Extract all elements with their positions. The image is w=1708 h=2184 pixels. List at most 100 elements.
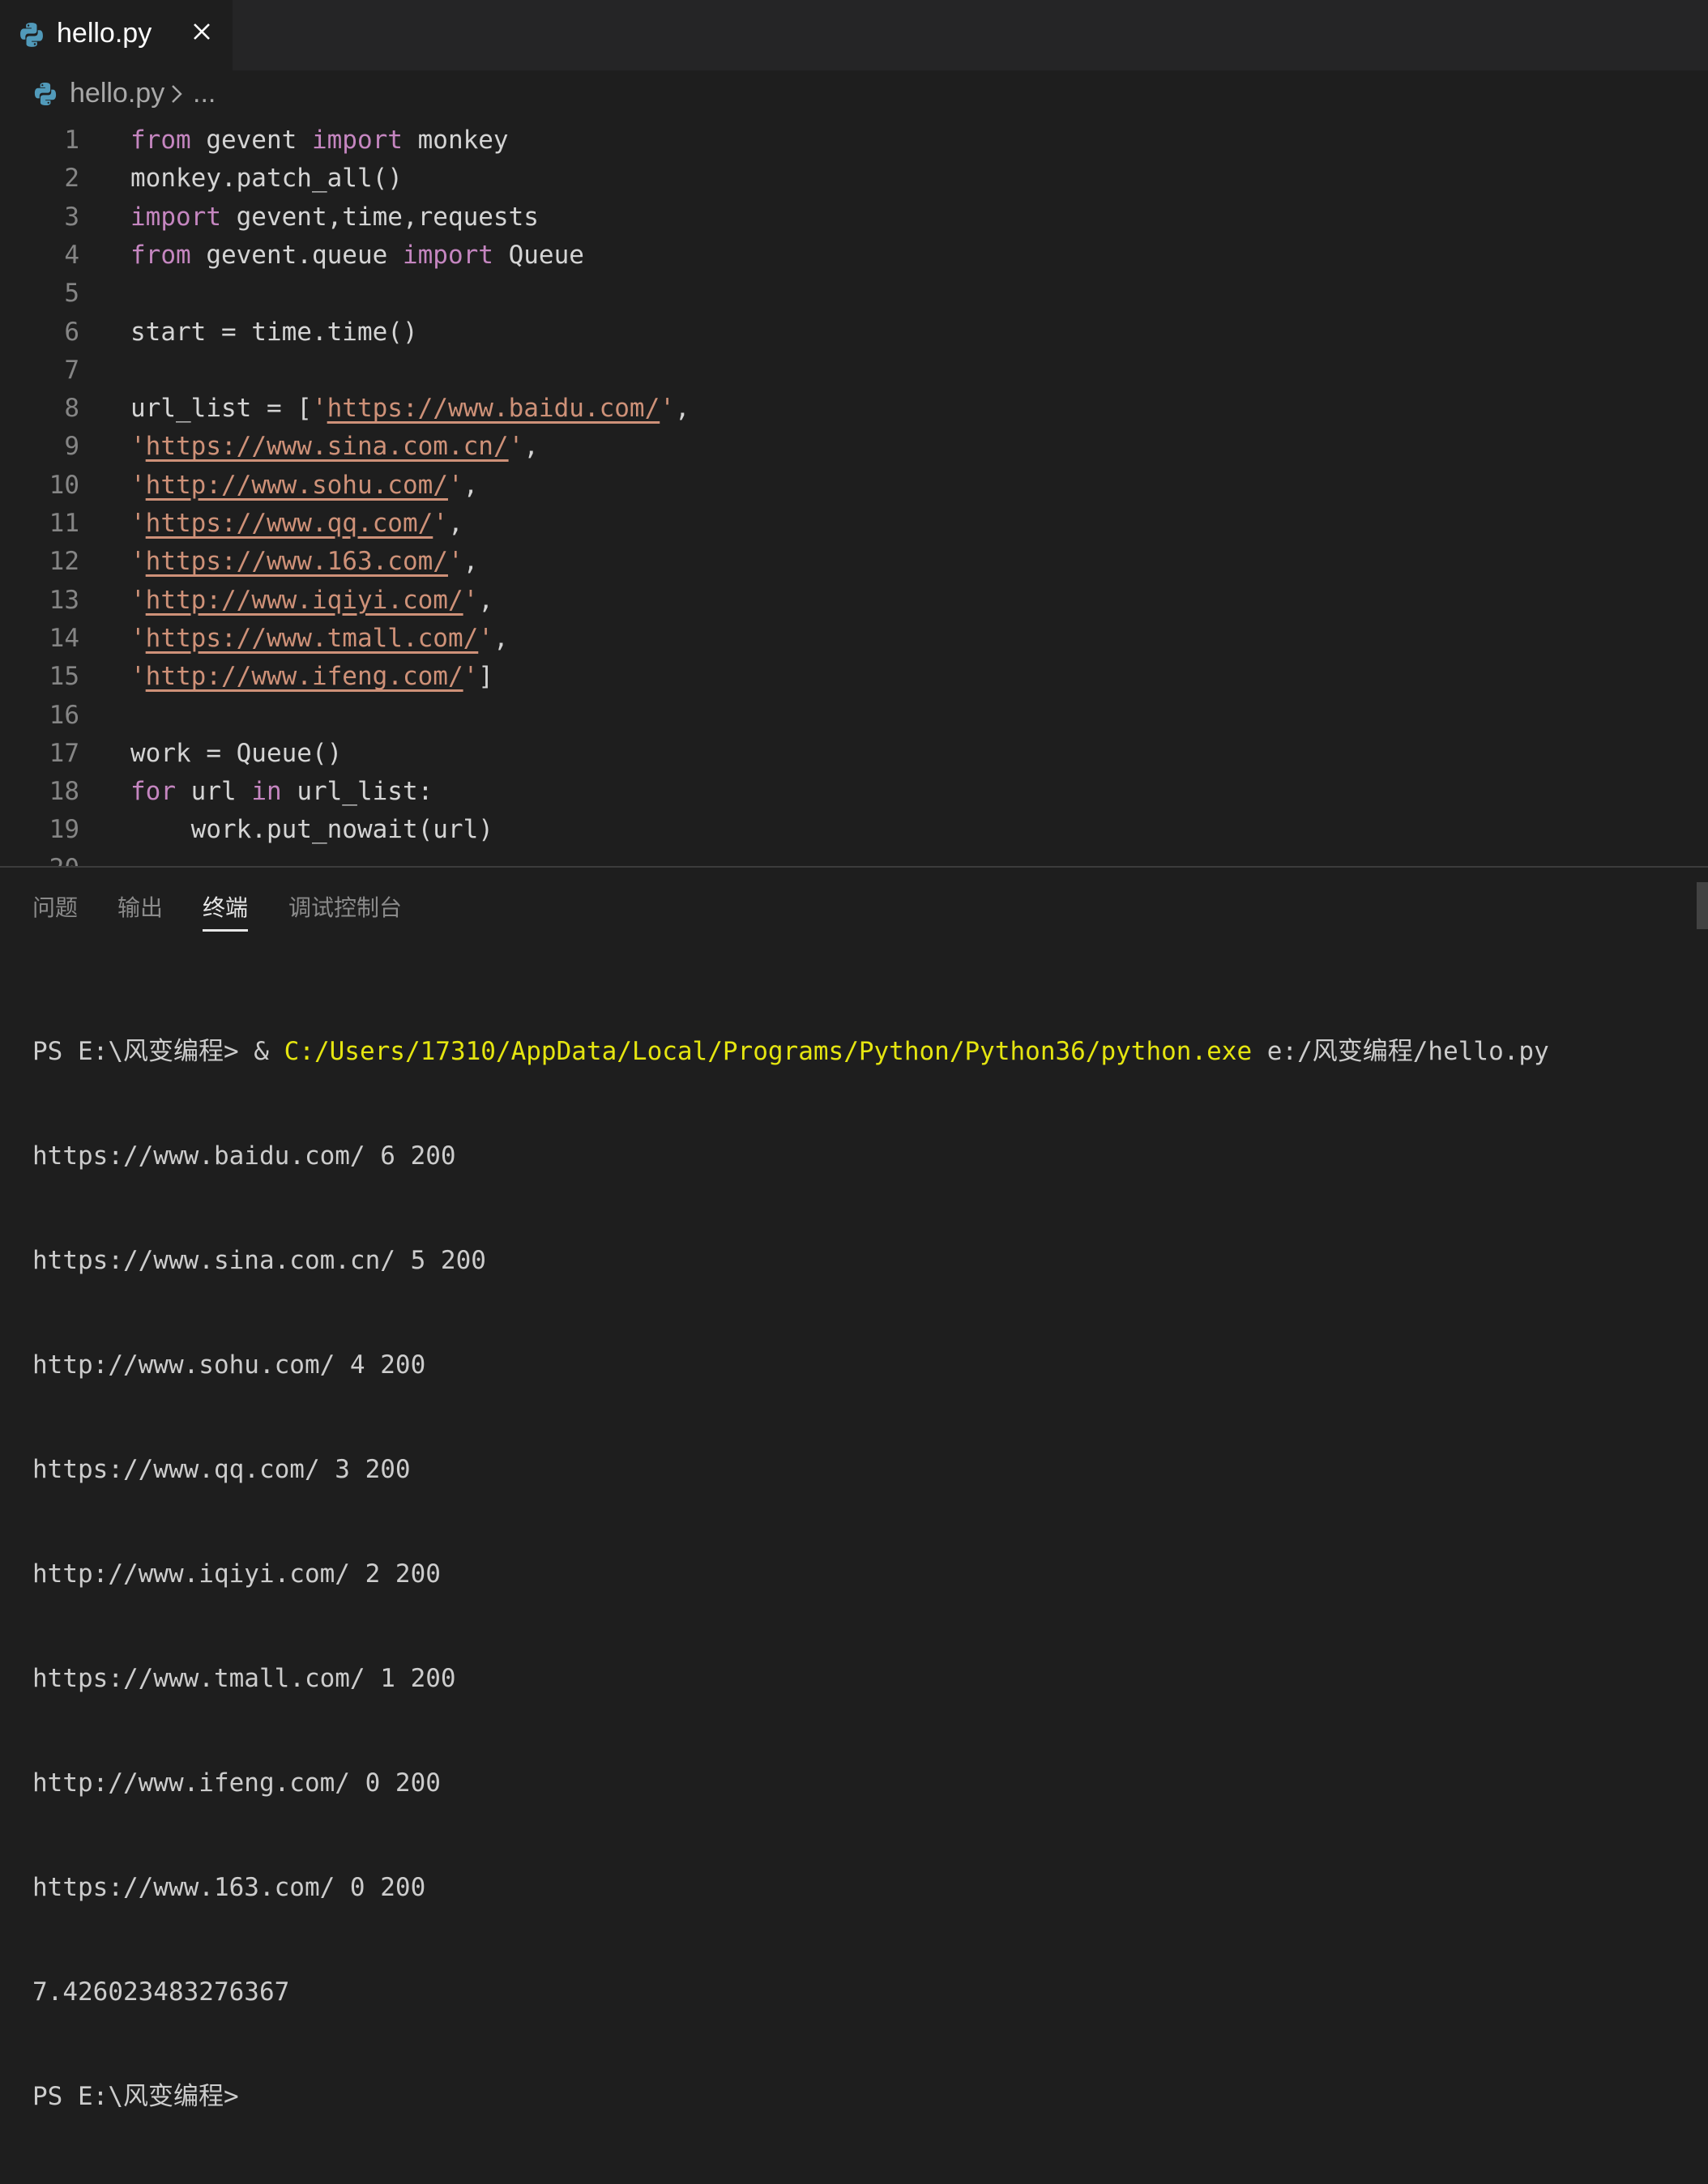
line-number: 13 xyxy=(49,585,79,615)
terminal-line: http://www.ifeng.com/ 0 200 xyxy=(32,1768,441,1798)
line-number: 1 xyxy=(64,126,79,155)
line-number: 20 xyxy=(0,850,79,866)
code-line: 16 xyxy=(0,697,1708,735)
bottom-panel: 问题 输出 终端 调试控制台 PS E:\风变编程> & C:/Users/17… xyxy=(0,866,1708,2111)
terminal-line: 7.426023483276367 xyxy=(32,1977,290,2007)
tab-problems[interactable]: 问题 xyxy=(32,890,78,923)
editor-tab-bar: hello.py xyxy=(0,0,1708,70)
code-token: , xyxy=(523,432,539,462)
code-text: work.put_nowait(url) xyxy=(130,811,493,849)
code-token: ' xyxy=(447,547,463,577)
code-line: 19 work.put_nowait(url) xyxy=(0,811,1708,849)
code-token: gevent,time,requests xyxy=(220,202,539,232)
terminal-line: https://www.tmall.com/ 1 200 xyxy=(32,1664,456,1693)
code-token: url xyxy=(176,777,252,807)
code-token: , xyxy=(447,509,463,538)
tab-terminal[interactable]: 终端 xyxy=(203,890,248,923)
code-text: 'https://www.sina.com.cn/', xyxy=(130,428,539,466)
code-token: ' xyxy=(478,623,493,653)
terminal-line: https://www.163.com/ 0 200 xyxy=(32,1873,426,1902)
code-token: http://www.iqiyi.com/ xyxy=(145,585,463,615)
code-text: 'https://www.163.com/', xyxy=(130,543,478,581)
terminal-exe-path: C:/Users/17310/AppData/Local/Programs/Py… xyxy=(284,1037,1253,1066)
tab-hello-py[interactable]: hello.py xyxy=(0,0,233,70)
code-token: ' xyxy=(660,394,675,424)
code-token: ' xyxy=(433,509,448,538)
code-text: url_list = ['https://www.baidu.com/', xyxy=(130,390,690,428)
code-token: http://www.sohu.com/ xyxy=(145,470,448,500)
code-line: 9 'https://www.sina.com.cn/', xyxy=(0,428,1708,466)
code-token: ' xyxy=(130,432,146,462)
code-token: url_list = [ xyxy=(130,394,312,424)
line-number: 12 xyxy=(49,547,79,577)
code-line: 10 'http://www.sohu.com/', xyxy=(0,467,1708,505)
python-icon xyxy=(34,83,57,105)
line-number: 16 xyxy=(49,700,79,730)
code-token: ' xyxy=(130,509,146,538)
line-number: 9 xyxy=(64,432,79,462)
terminal-line: PS E:\风变编程> xyxy=(32,2082,239,2111)
code-line: 14 'https://www.tmall.com/', xyxy=(0,620,1708,658)
code-text: 'https://www.tmall.com/', xyxy=(130,620,509,658)
line-number: 10 xyxy=(49,470,79,500)
code-token: https://www.qq.com/ xyxy=(145,509,433,538)
breadcrumb-symbols[interactable]: ... xyxy=(193,78,216,109)
code-token: ' xyxy=(508,432,524,462)
code-token: work.put_nowait(url) xyxy=(130,815,493,845)
code-text: 'http://www.sohu.com/', xyxy=(130,467,478,505)
terminal-prompt: PS E:\风变编程> & xyxy=(32,1037,284,1066)
code-line: 3 import gevent,time,requests xyxy=(0,198,1708,237)
code-line: 17 work = Queue() xyxy=(0,735,1708,773)
code-token: in xyxy=(251,777,282,807)
tab-debug-console[interactable]: 调试控制台 xyxy=(288,890,402,923)
code-token: ' xyxy=(130,623,146,653)
code-token: import xyxy=(311,126,403,155)
terminal-line: https://www.baidu.com/ 6 200 xyxy=(32,1141,456,1171)
code-token: ' xyxy=(130,585,146,615)
line-number: 4 xyxy=(64,240,79,270)
tab-output[interactable]: 输出 xyxy=(117,890,163,923)
code-line: 12 'https://www.163.com/', xyxy=(0,543,1708,581)
code-line: 15 'http://www.ifeng.com/'] xyxy=(0,658,1708,696)
active-tab-indicator xyxy=(203,929,248,932)
code-line: 5 xyxy=(0,275,1708,313)
code-token: , xyxy=(463,470,479,500)
code-text: work = Queue() xyxy=(130,735,342,773)
code-text: 'http://www.ifeng.com/'] xyxy=(130,658,493,696)
code-token: from xyxy=(130,240,191,270)
line-number: 5 xyxy=(64,279,79,309)
code-line: 13 'http://www.iqiyi.com/', xyxy=(0,582,1708,620)
breadcrumb-file[interactable]: hello.py xyxy=(70,78,164,109)
code-token: , xyxy=(674,394,690,424)
code-token: for xyxy=(130,777,176,807)
code-line: 4 from gevent.queue import Queue xyxy=(0,237,1708,275)
terminal-line: http://www.iqiyi.com/ 2 200 xyxy=(32,1559,441,1589)
code-token: ' xyxy=(311,394,327,424)
tab-label: hello.py xyxy=(57,18,152,49)
code-line: 8 url_list = ['https://www.baidu.com/', xyxy=(0,390,1708,428)
code-editor[interactable]: 1 from gevent import monkey 2 monkey.patch_… xyxy=(0,121,1708,866)
code-line: 18 for url in url_list: xyxy=(0,773,1708,811)
line-number: 14 xyxy=(49,623,79,653)
line-number: 3 xyxy=(64,202,79,232)
code-line: 20 xyxy=(0,850,1708,866)
close-icon[interactable] xyxy=(188,18,216,45)
code-token: gevent.queue xyxy=(190,240,403,270)
chevron-right-icon xyxy=(172,85,182,103)
code-text: start = time.time() xyxy=(130,314,418,352)
terminal-line: https://www.qq.com/ 3 200 xyxy=(32,1455,411,1484)
line-number: 19 xyxy=(49,815,79,845)
terminal-line: http://www.sohu.com/ 4 200 xyxy=(32,1350,426,1380)
code-token: gevent xyxy=(190,126,312,155)
line-number: 7 xyxy=(64,355,79,385)
terminal-command-line: PS E:\风变编程> & C:/Users/17310/AppData/Loc… xyxy=(32,1034,1702,1069)
code-token: https://www.sina.com.cn/ xyxy=(145,432,509,462)
line-number: 8 xyxy=(64,394,79,424)
terminal-output[interactable]: PS E:\风变编程> & C:/Users/17310/AppData/Loc… xyxy=(32,965,1702,2184)
code-token: , xyxy=(463,547,479,577)
code-line: 6 start = time.time() xyxy=(0,314,1708,352)
code-token: work = Queue() xyxy=(130,738,343,768)
code-token: Queue xyxy=(493,240,584,270)
panel-scrollbar[interactable] xyxy=(1697,882,1708,929)
line-number: 18 xyxy=(49,777,79,807)
